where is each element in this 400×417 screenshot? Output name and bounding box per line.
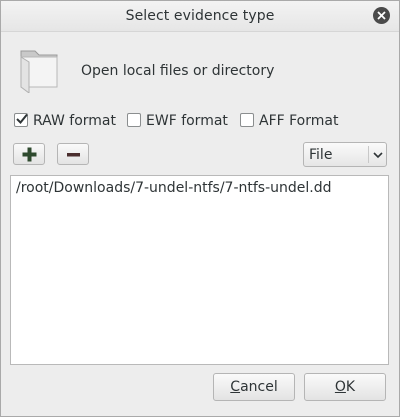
minus-icon xyxy=(67,153,80,157)
plus-icon xyxy=(22,147,37,162)
close-button[interactable] xyxy=(373,7,390,24)
raw-format-label: RAW format xyxy=(33,113,116,129)
aff-format-label: AFF Format xyxy=(259,113,339,129)
ok-mnemonic: O xyxy=(334,379,346,395)
evidence-type-dialog: Select evidence type Open local files or… xyxy=(0,0,400,417)
file-list[interactable]: /root/Downloads/7-undel-ntfs/7-ntfs-unde… xyxy=(10,175,389,365)
checkbox-unchecked[interactable] xyxy=(240,113,254,127)
cancel-mnemonic: C xyxy=(230,379,241,395)
ewf-format-checkbox[interactable]: EWF format xyxy=(127,113,228,131)
ok-label: K xyxy=(345,379,356,395)
titlebar[interactable]: Select evidence type xyxy=(1,1,399,32)
source-type-select[interactable]: File xyxy=(303,142,387,167)
file-list-item[interactable]: /root/Downloads/7-undel-ntfs/7-ntfs-unde… xyxy=(16,180,332,196)
folder-icon[interactable] xyxy=(15,43,65,94)
combo-separator xyxy=(368,146,369,163)
cancel-button[interactable]: Cancel xyxy=(213,373,295,401)
checkmark-icon xyxy=(16,113,28,124)
add-file-button[interactable] xyxy=(13,143,45,165)
ewf-format-label: EWF format xyxy=(146,113,228,129)
dialog-title: Select evidence type xyxy=(125,8,275,24)
checkbox-checked[interactable] xyxy=(14,113,28,127)
raw-format-checkbox[interactable]: RAW format xyxy=(14,113,116,131)
ok-button[interactable]: OK xyxy=(304,373,386,401)
checkbox-unchecked[interactable] xyxy=(127,113,141,127)
remove-file-button[interactable] xyxy=(57,143,89,165)
cancel-label: ancel xyxy=(240,379,278,395)
close-icon xyxy=(377,11,386,20)
aff-format-checkbox[interactable]: AFF Format xyxy=(240,113,338,131)
chevron-down-icon xyxy=(373,152,383,159)
source-type-value: File xyxy=(309,147,333,163)
source-label[interactable]: Open local files or directory xyxy=(81,63,274,79)
